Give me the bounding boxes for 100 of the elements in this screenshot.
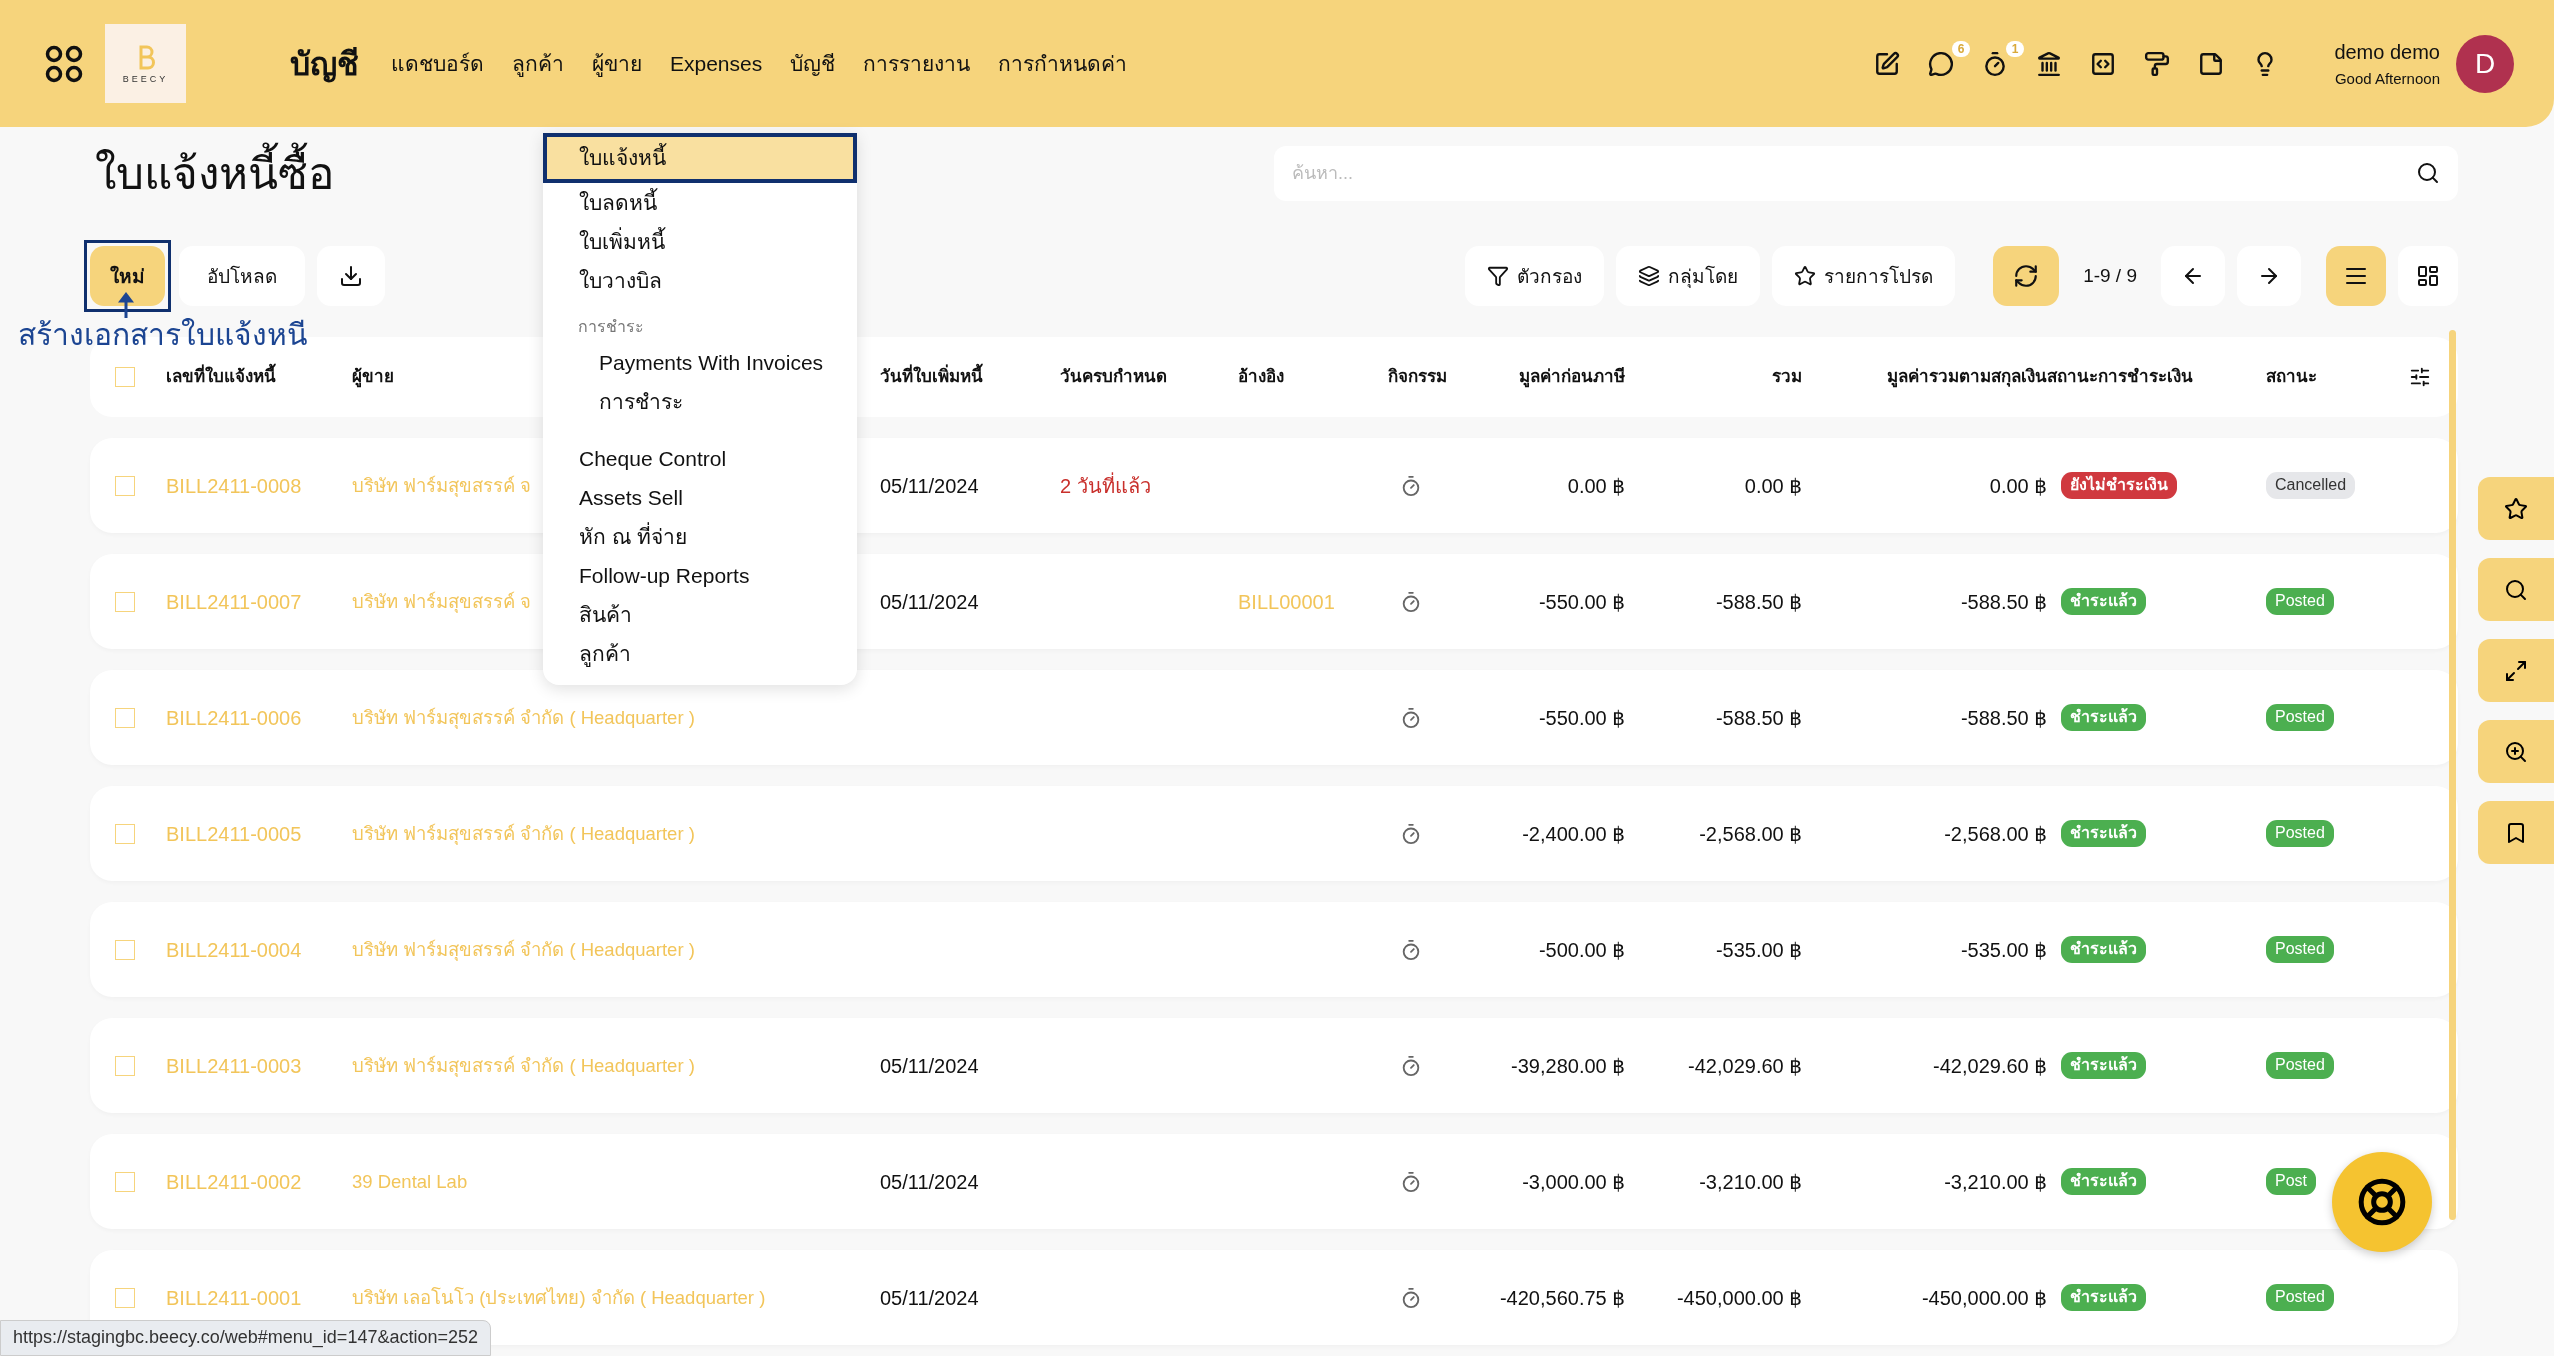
new-button[interactable]: ใหม่	[90, 246, 165, 306]
menu-section-label: การชำระ	[577, 317, 645, 337]
table-cell-text: -2,568.00 ฿	[1699, 821, 1802, 847]
table-cell-text: 05/11/2024	[880, 1285, 979, 1311]
menu-item[interactable]: การกำหนดค่า	[998, 47, 1128, 80]
column-header[interactable]: กิจกรรม	[1388, 364, 1447, 390]
status-badge: Cancelled	[2266, 472, 2356, 499]
checkbox[interactable]	[115, 1287, 135, 1308]
refresh-button[interactable]	[1993, 246, 2060, 306]
dropdown-item[interactable]: สินค้า	[543, 595, 857, 634]
logo[interactable]: BEECY	[105, 24, 186, 103]
chat-icon[interactable]	[1928, 50, 1955, 77]
favorites-button[interactable]: รายการโปรด	[1772, 246, 1956, 306]
stopwatch-icon[interactable]	[1400, 590, 1422, 613]
column-header[interactable]: วันครบกำหนด	[1060, 364, 1167, 390]
scrollbar[interactable]	[2449, 330, 2456, 1220]
apps-icon[interactable]	[45, 44, 83, 83]
star-button[interactable]	[2478, 477, 2554, 540]
dropdown-item[interactable]: Payments With Invoices	[543, 343, 857, 382]
note-icon[interactable]	[2198, 50, 2225, 77]
column-header[interactable]: อ้างอิง	[1238, 364, 1284, 390]
search-field[interactable]: ค้นหา...	[1274, 145, 2458, 201]
greeting: Good Afternoon	[2334, 69, 2440, 87]
avatar[interactable]: D	[2456, 34, 2514, 93]
paint-roller-icon[interactable]	[2144, 50, 2171, 77]
filter-button[interactable]: ตัวกรอง	[1465, 246, 1605, 306]
edit-icon[interactable]	[1874, 50, 1901, 77]
search-icon[interactable]	[2416, 160, 2440, 185]
checkbox[interactable]	[115, 939, 135, 960]
dropdown-item[interactable]: การชำระ	[543, 382, 857, 421]
column-header[interactable]: รวม	[1772, 364, 1802, 390]
dropdown-item[interactable]: Assets Sell	[543, 478, 857, 517]
payment-status: ชำระแล้ว	[2061, 820, 2146, 847]
stopwatch-icon[interactable]	[1400, 1054, 1422, 1077]
board-icon	[2416, 264, 2440, 288]
dropdown-item[interactable]: ใบเพิ่มหนี้	[543, 222, 857, 261]
due-date: 2 วันที่แล้ว	[1060, 471, 1151, 499]
table-row[interactable]: BILL2411-0005 บริษัท ฟาร์มสุขสรรค์ จำกัด ( Headquarter ) -2,400.00 ฿ -2,568.00 ฿ -2,568.00 ฿ ชำระแล้ว Posted	[90, 786, 2458, 881]
layers-icon	[1638, 265, 1661, 287]
stopwatch-icon[interactable]	[1400, 1286, 1422, 1309]
table-cell-text: -3,210.00 ฿	[1699, 1169, 1802, 1195]
kanban-view-button[interactable]	[2398, 246, 2458, 306]
table-cell-text: -535.00 ฿	[1960, 937, 2047, 963]
upload-button[interactable]: อัปโหลด	[179, 246, 305, 306]
menu-item[interactable]: ลูกค้า	[512, 47, 564, 80]
table-cell-text: 0.00 ฿	[1567, 473, 1625, 499]
app-title: บัญชี	[290, 45, 359, 85]
dropdown-item[interactable]: Follow-up Reports	[543, 556, 857, 595]
menu-item[interactable]: ผู้ขาย	[592, 47, 642, 80]
table-cell-text: -588.50 ฿	[1715, 705, 1802, 731]
table-cell-text: -420,560.75 ฿	[1499, 1285, 1625, 1311]
table-row[interactable]: BILL2411-0002 39 Dental Lab 05/11/2024 -3,000.00 ฿ -3,210.00 ฿ -3,210.00 ฿ ชำระแล้ว Post	[90, 1134, 2458, 1229]
table-row[interactable]: BILL2411-0003 บริษัท ฟาร์มสุขสรรค์ จำกัด ( Headquarter ) 05/11/2024 -39,280.00 ฿ -42,029.60 ฿ -42,029.60 ฿ ชำระแล้ว Posted	[90, 1018, 2458, 1113]
table-row[interactable]: BILL2411-0004 บริษัท ฟาร์มสุขสรรค์ จำกัด ( Headquarter ) -500.00 ฿ -535.00 ฿ -535.00 ฿ ชำระแล้ว Posted	[90, 902, 2458, 997]
menu-item[interactable]: แดชบอร์ด	[391, 47, 484, 80]
table-cell-text: 0.00 ฿	[1744, 473, 1802, 499]
count-badge: 6	[1951, 40, 1971, 57]
checkbox[interactable]	[115, 823, 135, 844]
stopwatch-icon[interactable]	[1400, 474, 1422, 497]
checkbox[interactable]	[115, 591, 135, 612]
table-cell-text: -588.50 ฿	[1960, 705, 2047, 731]
dropdown-item[interactable]: ใบลดหนี้	[543, 183, 857, 222]
dropdown-item[interactable]: ใบแจ้งหนี้	[543, 133, 857, 183]
menu-item[interactable]: Expenses	[670, 51, 763, 76]
code-icon[interactable]	[2090, 50, 2117, 77]
checkbox[interactable]	[115, 475, 135, 496]
checkbox[interactable]	[115, 1171, 135, 1192]
stopwatch-icon[interactable]	[1400, 938, 1422, 961]
search-icon	[2504, 577, 2528, 602]
link-url-tooltip: https://stagingbc.beecy.co/web#menu_id=147&action=252	[0, 1320, 491, 1356]
column-header[interactable]: สถานะ	[2266, 364, 2317, 390]
checkbox[interactable]	[115, 1055, 135, 1076]
column-header[interactable]: มูลค่าก่อนภาษี	[1519, 364, 1625, 390]
table-cell-text: -550.00 ฿	[1538, 705, 1625, 731]
stopwatch-icon[interactable]	[1400, 1170, 1422, 1193]
stopwatch-icon[interactable]	[1400, 822, 1422, 845]
column-header[interactable]: วันที่ใบเพิ่มหนี้	[880, 364, 983, 390]
column-header[interactable]: สถานะการชำระเงิน	[2047, 364, 2193, 390]
checkbox[interactable]	[115, 367, 135, 387]
dropdown-item[interactable]: ใบวางบิล	[543, 261, 857, 300]
column-header[interactable]: เลขที่ใบแจ้งหนี้	[166, 364, 276, 390]
table-cell-text: 0.00 ฿	[1989, 473, 2047, 499]
download-button[interactable]	[317, 246, 385, 306]
status-badge: Posted	[2266, 820, 2334, 847]
bank-icon[interactable]	[2036, 50, 2063, 77]
checkbox[interactable]	[115, 707, 135, 728]
search-button[interactable]	[2478, 558, 2554, 621]
list-view-button[interactable]	[2326, 246, 2386, 306]
stopwatch-icon[interactable]	[1400, 706, 1422, 729]
table-cell-text: 05/11/2024	[880, 1169, 979, 1195]
column-header[interactable]: มูลค่ารวมตามสกุลเงิน	[1887, 364, 2047, 390]
settings-icon[interactable]	[2409, 366, 2431, 388]
menu-item[interactable]: บัญชี	[790, 47, 836, 80]
bookmark-button[interactable]	[2478, 801, 2554, 864]
column-header[interactable]: ผู้ขาย	[352, 364, 394, 390]
table-row[interactable]: BILL2411-0006 บริษัท ฟาร์มสุขสรรค์ จำกัด ( Headquarter ) -550.00 ฿ -588.50 ฿ -588.50 ฿ ชำระแล้ว Posted	[90, 670, 2458, 765]
menu-item[interactable]: การรายงาน	[863, 47, 971, 80]
zoom-in-button[interactable]	[2478, 720, 2554, 783]
group-by-button[interactable]: กลุ่มโดย	[1616, 246, 1761, 306]
dropdown-item[interactable]: Cheque Control	[543, 439, 857, 478]
